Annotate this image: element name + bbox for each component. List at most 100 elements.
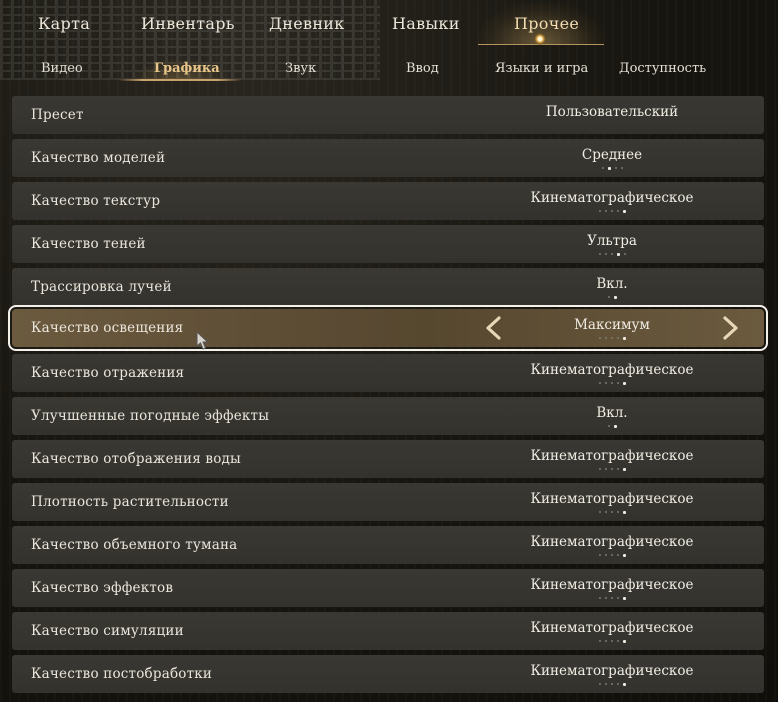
setting-label: Плотность растительности [31, 494, 229, 510]
setting-label: Качество симуляции [31, 623, 184, 639]
setting-row[interactable]: Пресет Пользовательский [12, 96, 764, 134]
option-dot [624, 253, 626, 255]
option-dot [617, 210, 619, 212]
option-position-indicator [599, 209, 626, 214]
option-dot [611, 382, 613, 384]
setting-value: Максимум [574, 317, 650, 333]
option-position-indicator [599, 336, 626, 341]
option-dot [599, 468, 601, 470]
subtab-video[interactable]: Видео [41, 61, 83, 76]
setting-row[interactable]: Качество теней Ультра [12, 225, 764, 263]
option-dot [611, 210, 613, 212]
setting-value: Кинематографическое [530, 534, 694, 550]
setting-row[interactable]: Качество постобработки Кинематографическо… [12, 655, 764, 693]
option-position-indicator [599, 596, 626, 601]
subtab-accessibility[interactable]: Доступность [619, 61, 706, 76]
option-dot [608, 425, 610, 427]
setting-label: Качество отображения воды [31, 451, 241, 467]
option-dot [605, 210, 607, 212]
setting-label: Качество текстур [31, 193, 161, 209]
option-dot [611, 511, 613, 513]
setting-value: Вкл. [596, 276, 628, 292]
subtab-sound[interactable]: Звук [285, 61, 316, 76]
tab-map[interactable]: Карта [38, 14, 90, 38]
option-dot [623, 209, 626, 213]
setting-value: Ультра [587, 233, 637, 249]
option-dot [611, 640, 613, 642]
tab-inventory[interactable]: Инвентарь [141, 14, 235, 38]
option-dot [611, 253, 613, 255]
option-dot [599, 554, 601, 556]
chevron-right-icon[interactable] [718, 315, 742, 341]
setting-label: Качество теней [31, 236, 146, 252]
option-dot [623, 336, 626, 340]
option-dot [605, 468, 607, 470]
option-dot [605, 337, 607, 339]
option-dot [605, 554, 607, 556]
option-dot [611, 468, 613, 470]
main-menu-tabs: Карта Инвентарь Дневник Навыки Прочее [0, 0, 778, 50]
setting-value: Среднее [581, 147, 643, 163]
option-dot [605, 597, 607, 599]
setting-row[interactable]: Плотность растительности Кинематографичес… [12, 483, 764, 521]
mouse-cursor-icon [195, 330, 209, 351]
setting-row[interactable]: Качество симуляции Кинематографическое [12, 612, 764, 650]
subtab-languages-game[interactable]: Языки и игра [495, 61, 588, 76]
option-dot [599, 597, 601, 599]
option-position-indicator [608, 424, 617, 429]
option-dot [599, 253, 601, 255]
setting-row[interactable]: Качество эффектов Кинематографическое [12, 569, 764, 607]
setting-value: Кинематографическое [530, 190, 694, 206]
option-dot [617, 640, 619, 642]
setting-value: Пользовательский [545, 104, 679, 120]
option-position-indicator [599, 381, 626, 386]
option-dot [617, 597, 619, 599]
option-position-indicator [602, 166, 623, 171]
setting-label: Качество постобработки [31, 666, 213, 682]
setting-row[interactable]: Качество объемного тумана Кинематографиче… [12, 526, 764, 564]
setting-row[interactable]: Качество отображения воды Кинематографиче… [12, 440, 764, 478]
option-dot [623, 381, 626, 385]
option-position-indicator [608, 295, 617, 300]
setting-row[interactable]: Трассировка лучей Вкл. [12, 268, 764, 306]
option-dot [617, 382, 619, 384]
tab-journal[interactable]: Дневник [269, 14, 345, 38]
option-position-indicator [599, 553, 626, 558]
tab-other[interactable]: Прочее [514, 14, 579, 38]
option-dot [617, 683, 619, 685]
setting-value: Кинематографическое [530, 362, 694, 378]
setting-value: Кинематографическое [530, 577, 694, 593]
setting-row[interactable]: Качество освещения Максимум [8, 305, 768, 351]
setting-row[interactable]: Качество отражения Кинематографическое [12, 354, 764, 392]
option-dot [599, 210, 601, 212]
setting-row[interactable]: Улучшенные погодные эффекты Вкл. [12, 397, 764, 435]
option-dot [614, 295, 617, 299]
option-dot [623, 553, 626, 557]
setting-label: Качество эффектов [31, 580, 174, 596]
setting-value: Кинематографическое [530, 491, 694, 507]
settings-subtabs: Видео Графика Звук Ввод Языки и игра Дос… [0, 52, 778, 86]
option-dot [605, 640, 607, 642]
option-dot [617, 554, 619, 556]
setting-label: Трассировка лучей [31, 279, 172, 295]
setting-value: Кинематографическое [530, 448, 694, 464]
option-dot [605, 683, 607, 685]
setting-value: Кинематографическое [530, 663, 694, 679]
option-dot [599, 640, 601, 642]
setting-row[interactable]: Качество текстур Кинематографическое [12, 182, 764, 220]
option-dot [605, 382, 607, 384]
setting-label: Качество объемного тумана [31, 537, 238, 553]
subtab-graphics[interactable]: Графика [154, 61, 220, 76]
option-dot [617, 337, 619, 339]
option-dot [599, 683, 601, 685]
subtab-input[interactable]: Ввод [406, 61, 439, 76]
option-position-indicator [599, 467, 626, 472]
setting-row[interactable]: Качество моделей Среднее [12, 139, 764, 177]
option-dot [617, 511, 619, 513]
tab-skills[interactable]: Навыки [392, 14, 460, 38]
option-dot [611, 597, 613, 599]
option-position-indicator [599, 510, 626, 515]
option-dot [611, 337, 613, 339]
option-dot [599, 382, 601, 384]
chevron-left-icon[interactable] [482, 315, 506, 341]
